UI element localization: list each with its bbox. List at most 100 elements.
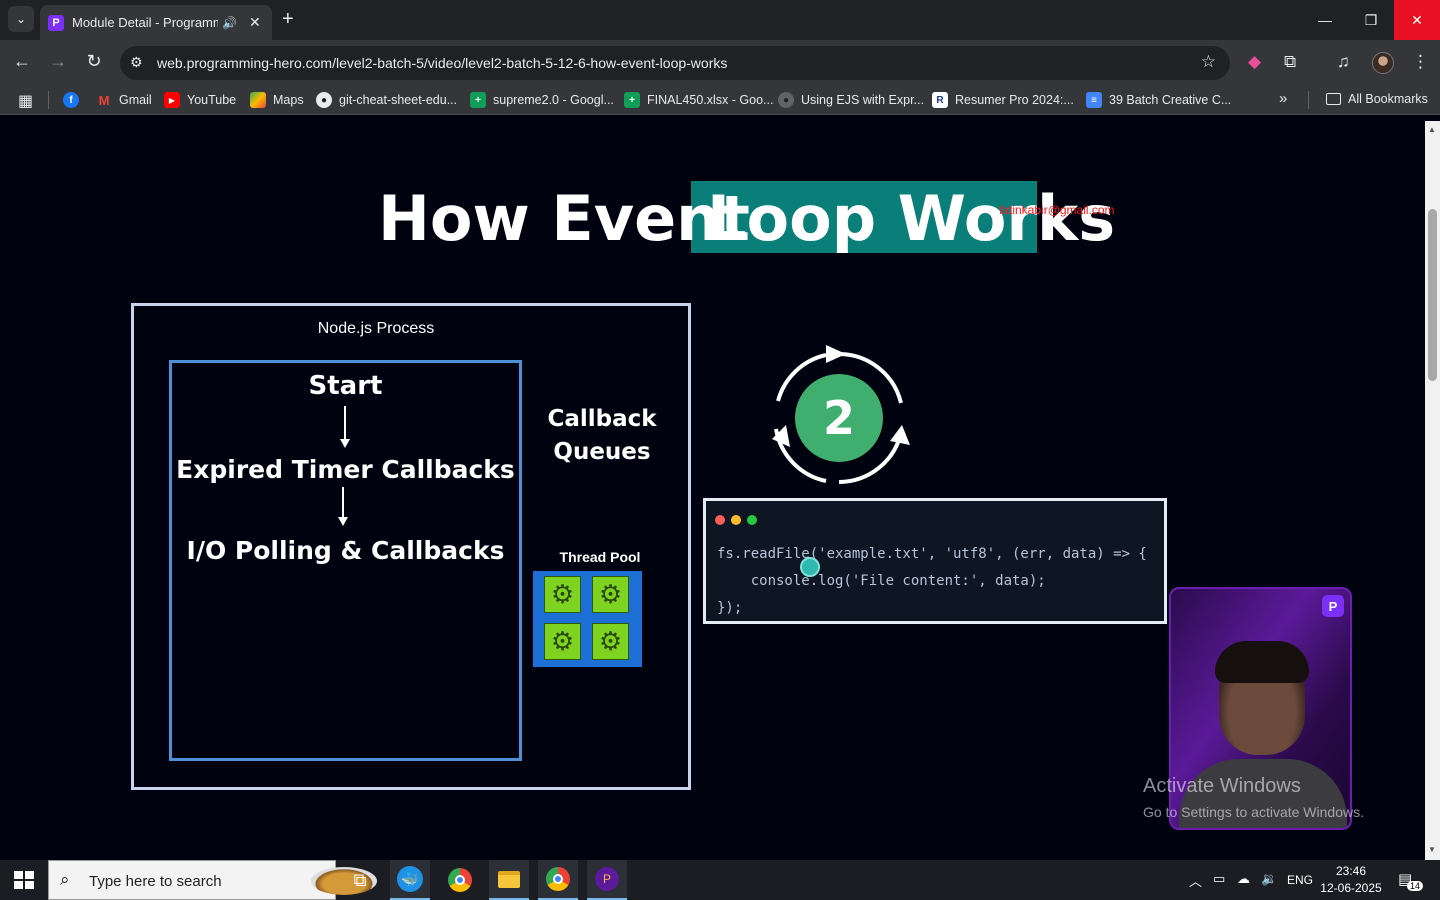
bookmark-resumer-pro[interactable]: R Resumer Pro 2024:... [932, 92, 1074, 108]
bookmark-using-ejs[interactable]: ● Using EJS with Expr... [778, 92, 924, 108]
docs-icon: ≡ [1086, 92, 1102, 108]
tray-overflow-chevron-icon[interactable]: ︿ [1189, 871, 1202, 890]
apps-grid-icon[interactable]: ▦ [18, 91, 33, 111]
sheets-icon: + [470, 92, 486, 108]
window-minimize-dot [731, 515, 741, 525]
programming-hero-app-icon[interactable]: P [587, 860, 627, 900]
bookmark-facebook[interactable]: f [63, 92, 86, 108]
window-close-dot [715, 515, 725, 525]
new-tab-button[interactable]: + [282, 8, 294, 31]
bookmarks-divider [1308, 91, 1309, 109]
github-icon: ● [316, 92, 332, 108]
scroll-down-icon[interactable]: ▼ [1428, 845, 1436, 854]
bookmark-maps[interactable]: Maps [250, 92, 304, 108]
speaker-icon[interactable]: 🔊 [222, 16, 237, 30]
folder-icon [1326, 93, 1341, 105]
gmail-icon: M [98, 92, 110, 108]
video-slide[interactable]: How Event Loop Works fatinkabir@gmail.co… [0, 121, 1425, 860]
activate-windows-watermark: Activate Windows Go to Settings to activ… [1143, 775, 1364, 820]
arrow-head [340, 439, 350, 448]
bookmarks-divider [48, 91, 49, 109]
code-line-3: }); [717, 600, 743, 616]
scroll-up-icon[interactable]: ▲ [1428, 125, 1436, 134]
sheets-icon: + [624, 92, 640, 108]
bookmark-youtube[interactable]: ▶ YouTube [164, 92, 236, 108]
gear-icon: ⚙ [544, 623, 581, 660]
bookmark-git-cheat-sheet[interactable]: ● git-cheat-sheet-edu... [316, 92, 457, 108]
extension-color-icon[interactable]: ◆ [1248, 52, 1261, 72]
address-bar[interactable]: ⚙ web.programming-hero.com/level2-batch-… [120, 46, 1230, 80]
bookmark-final450[interactable]: + FINAL450.xlsx - Goo... [624, 92, 773, 108]
phase-start: Start [308, 371, 383, 401]
bookmark-gmail[interactable]: M Gmail [96, 92, 152, 108]
site-info-icon[interactable]: ⚙ [130, 54, 143, 71]
arrow-head [338, 517, 348, 526]
window-maximize-dot [747, 515, 757, 525]
menu-kebab-icon[interactable]: ⋮ [1412, 52, 1429, 72]
gear-icon: ⚙ [592, 623, 629, 660]
back-icon[interactable]: ← [10, 51, 34, 72]
youtube-icon: ▶ [164, 92, 180, 108]
bookmark-star-icon[interactable]: ☆ [1201, 52, 1216, 72]
email-watermark: fatinkabir@gmail.com [999, 203, 1115, 217]
forward-icon[interactable]: → [46, 51, 70, 72]
close-window-button[interactable]: ✕ [1394, 0, 1440, 40]
extensions-puzzle-icon[interactable]: ⧉ [1284, 52, 1296, 72]
profile-avatar[interactable] [1372, 52, 1394, 74]
minimize-button[interactable]: — [1302, 0, 1348, 40]
restore-button[interactable]: ❐ [1348, 0, 1394, 40]
code-window: fs.readFile('example.txt', 'utf8', (err,… [703, 498, 1167, 624]
language-indicator[interactable]: ENG [1287, 873, 1313, 887]
tab-module-detail[interactable]: P Module Detail - Programming Hero 🔊 ✕ [40, 5, 272, 40]
taskbar-search-box[interactable]: ⌕ Type here to search [48, 860, 377, 900]
bookmarks-bar: ▦ f M Gmail ▶ YouTube Maps ● git-cheat-s… [0, 85, 1440, 115]
browser-toolbar: ← → ↻ ⚙ web.programming-hero.com/level2-… [0, 40, 1440, 85]
phase-io-polling-callbacks: I/O Polling & Callbacks [186, 536, 505, 565]
windows-start-icon[interactable] [14, 871, 34, 889]
media-control-icon[interactable]: ♫ [1337, 52, 1350, 72]
github-icon: ● [778, 92, 794, 108]
pointer-highlight-icon [800, 557, 820, 577]
windows-taskbar: ⌕ Type here to search ⧉ 🐳 P ︿ ▭ ☁ 🔉 ENG … [0, 860, 1440, 900]
maps-icon [250, 92, 266, 108]
all-bookmarks-button[interactable]: All Bookmarks [1326, 92, 1428, 106]
bookmark-39-batch[interactable]: ≡ 39 Batch Creative C... [1086, 92, 1231, 108]
code-line-1: fs.readFile('example.txt', 'utf8', (err,… [717, 546, 1147, 562]
search-placeholder: Type here to search [89, 873, 222, 890]
browser-title-bar: ⌄ P Module Detail - Programming Hero 🔊 ✕… [0, 0, 1440, 40]
system-clock[interactable]: 23:46 12-06-2025 [1318, 863, 1384, 897]
more-bookmarks-chevron-icon[interactable]: » [1279, 90, 1287, 107]
phase-expired-timer-callbacks: Expired Timer Callbacks [176, 455, 515, 484]
event-loop-box: Start Expired Timer Callbacks I/O Pollin… [169, 360, 522, 761]
cloud-icon[interactable]: ☁ [1237, 871, 1250, 887]
notification-count: 14 [1407, 881, 1424, 891]
address-url[interactable]: web.programming-hero.com/level2-batch-5/… [157, 55, 727, 71]
callback-queues-label: Callback Queues [547, 406, 657, 465]
scrollbar-thumb[interactable] [1428, 209, 1437, 381]
gear-icon: ⚙ [592, 576, 629, 613]
tab-title: Module Detail - Programming Hero [72, 15, 218, 30]
reload-icon[interactable]: ↻ [82, 51, 106, 72]
task-view-icon[interactable]: ⧉ [340, 860, 380, 900]
docker-app-icon[interactable]: 🐳 [390, 860, 430, 900]
resumer-icon: R [932, 92, 948, 108]
chrome-profile-app-icon[interactable] [538, 860, 578, 900]
programming-hero-logo-icon: P [1322, 595, 1344, 617]
facebook-icon: f [63, 92, 79, 108]
programming-hero-favicon-icon: P [48, 14, 64, 31]
search-icon: ⌕ [60, 870, 70, 889]
bookmark-supreme[interactable]: + supreme2.0 - Googl... [470, 92, 614, 108]
tab-close-icon[interactable]: ✕ [249, 14, 261, 31]
thread-pool-label: Thread Pool [559, 549, 641, 565]
page-scrollbar[interactable]: ▲ ▼ [1425, 121, 1440, 860]
webcam-hair [1215, 641, 1309, 683]
file-explorer-icon[interactable] [489, 860, 529, 900]
network-icon[interactable]: ▭ [1213, 871, 1225, 887]
down-arrow-icon [344, 406, 346, 441]
volume-icon[interactable]: 🔉 [1261, 871, 1277, 887]
tab-search-dropdown-button[interactable]: ⌄ [8, 6, 34, 32]
slide-title-part1: How Event [378, 182, 750, 255]
chrome-app-icon[interactable] [440, 860, 480, 900]
down-arrow-icon [342, 487, 344, 519]
gear-icon: ⚙ [544, 576, 581, 613]
